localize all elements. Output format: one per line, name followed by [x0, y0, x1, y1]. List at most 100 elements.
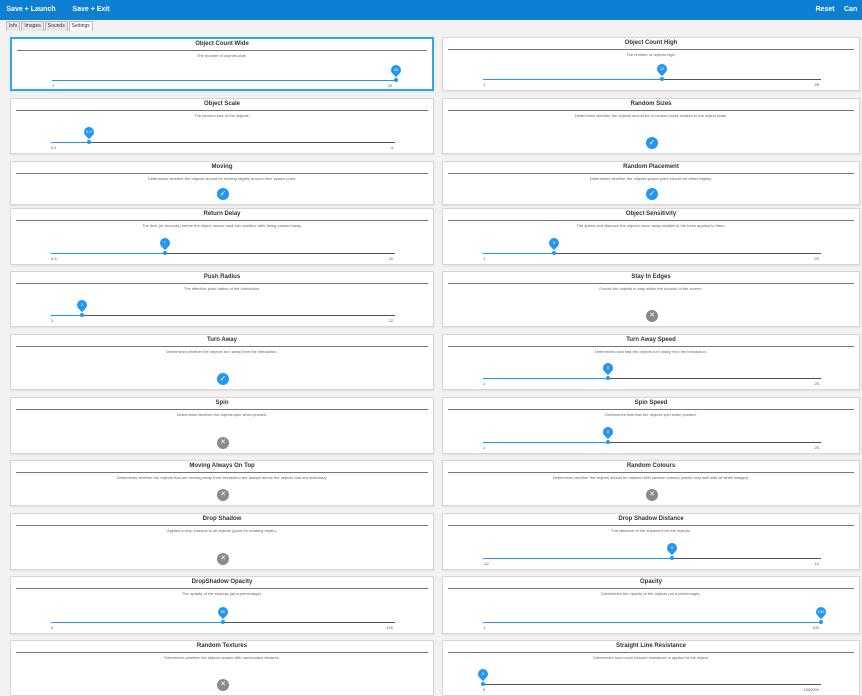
- slider-track[interactable]: [483, 440, 821, 444]
- slider-fill: [483, 79, 663, 80]
- save-launch-button[interactable]: Save + Launch: [6, 0, 56, 20]
- setting-card-spin-speed: Spin Speed Determines how fast the object…: [442, 397, 860, 454]
- slider-track[interactable]: [483, 251, 821, 255]
- setting-title: Random Sizes: [630, 101, 672, 107]
- cancel-button[interactable]: Can: [844, 0, 862, 20]
- setting-title: Push Radius: [203, 274, 241, 280]
- setting-card-dropshadow-opacity: DropShadow Opacity The opacity of the sha…: [10, 576, 434, 634]
- slider-thumb[interactable]: [660, 77, 665, 81]
- setting-description: Determines whether the objects should be…: [552, 475, 750, 480]
- cross-icon[interactable]: ✕: [217, 679, 229, 691]
- slider-min-label: -12: [483, 561, 489, 566]
- title-divider: [448, 220, 854, 221]
- slider-fill: [483, 378, 609, 379]
- setting-title: Spin Speed: [634, 400, 668, 406]
- slider-value: 2: [80, 302, 84, 307]
- toolbar: Save + Launch Save + Exit Reset Can: [0, 0, 862, 20]
- slider-track[interactable]: [51, 251, 395, 255]
- title-divider: [448, 110, 854, 111]
- setting-card-return-delay: Return Delay The time (in seconds) before…: [10, 208, 434, 265]
- slider-max-label: 100: [812, 625, 819, 630]
- title-divider: [448, 588, 854, 589]
- setting-title: Object Sensitivity: [625, 211, 677, 217]
- slider-track[interactable]: [483, 620, 823, 624]
- slider-track[interactable]: [52, 78, 398, 82]
- cross-icon[interactable]: ✕: [646, 310, 658, 322]
- reset-button[interactable]: Reset: [810, 0, 840, 20]
- slider-track[interactable]: [483, 556, 821, 560]
- setting-title: Spin: [215, 400, 229, 406]
- slider-fill: [51, 315, 82, 316]
- slider-max-label: 4: [390, 145, 393, 150]
- slider-track[interactable]: [481, 682, 821, 686]
- slider-track[interactable]: [51, 620, 395, 624]
- slider-thumb[interactable]: [394, 78, 398, 82]
- slider-thumb[interactable]: [86, 140, 91, 144]
- slider-thumb[interactable]: [162, 251, 167, 255]
- slider-track[interactable]: [483, 77, 821, 81]
- slider-max-label: 20: [814, 381, 819, 386]
- slider-fill: [483, 442, 609, 443]
- slider-fill: [51, 622, 223, 623]
- title-divider: [16, 588, 428, 589]
- cross-icon[interactable]: ✕: [646, 489, 658, 501]
- setting-description: The effective push radius of the interac…: [183, 286, 261, 291]
- slider-thumb[interactable]: [606, 376, 611, 380]
- slider-track[interactable]: [51, 140, 395, 144]
- slider-fill: [483, 622, 821, 623]
- setting-description: Determines the opacity of the objects (a…: [601, 591, 701, 596]
- save-exit-button[interactable]: Save + Exit: [68, 0, 114, 20]
- slider-value: 100: [817, 609, 825, 614]
- slider-min-label: 0: [483, 687, 486, 692]
- title-divider: [16, 110, 428, 111]
- setting-card-object-count-wide: Object Count Wide The number of objects w…: [10, 37, 434, 91]
- checkmark-icon[interactable]: ✓: [646, 137, 658, 149]
- tab-info[interactable]: Info: [6, 21, 21, 31]
- setting-title: Random Textures: [196, 643, 248, 649]
- slider-max-label: 22: [388, 318, 393, 323]
- cross-icon[interactable]: ✕: [217, 437, 229, 449]
- setting-description: The time (in seconds) before the object …: [142, 223, 302, 228]
- setting-title: Straight Line Resistance: [615, 643, 687, 649]
- slider-thumb[interactable]: [221, 620, 225, 624]
- setting-title: Object Scale: [203, 101, 241, 107]
- slider-value: 7: [163, 240, 166, 245]
- tab-settings[interactable]: Settings: [68, 21, 93, 31]
- slider-thumb[interactable]: [670, 556, 675, 560]
- tab-images[interactable]: Images: [21, 21, 44, 31]
- setting-description: Determines whether the objects spin when…: [176, 412, 268, 417]
- slider-fill: [52, 80, 396, 81]
- slider-track[interactable]: [483, 376, 821, 380]
- slider-value: 0: [671, 545, 674, 550]
- slider-track[interactable]: [51, 313, 395, 317]
- setting-card-drop-shadow-distance: Drop Shadow Distance The distance of the …: [442, 513, 860, 570]
- checkmark-icon[interactable]: ✓: [646, 188, 658, 200]
- slider-thumb[interactable]: [551, 251, 556, 255]
- setting-title: Random Placement: [623, 164, 679, 170]
- slider-thumb[interactable]: [819, 620, 823, 624]
- slider-max-label: 12: [814, 561, 819, 566]
- title-divider: [448, 49, 854, 50]
- slider-thumb[interactable]: [606, 440, 611, 444]
- setting-card-drop-shadow: Drop Shadow Applies a drop shadow to all …: [10, 513, 434, 570]
- slider-thumb[interactable]: [481, 682, 485, 686]
- checkmark-icon[interactable]: ✓: [217, 373, 229, 385]
- setting-title: Return Delay: [203, 211, 241, 217]
- cross-icon[interactable]: ✕: [217, 553, 229, 565]
- title-divider: [16, 472, 428, 473]
- setting-card-object-scale: Object Scale The percent size of the obje…: [10, 98, 434, 154]
- setting-description: The distance of the shadow from the obje…: [611, 528, 691, 533]
- slider-value: 8: [606, 429, 610, 434]
- setting-card-push-radius: Push Radius The effective push radius of …: [10, 271, 434, 327]
- setting-card-random-textures: Random Textures Determines whether the ob…: [10, 640, 434, 696]
- setting-description: The number of objects wide.: [196, 53, 248, 58]
- title-divider: [448, 409, 854, 410]
- slider-value: 25: [393, 67, 399, 72]
- tab-sounds[interactable]: Sounds: [44, 21, 68, 31]
- cross-icon[interactable]: ✕: [217, 489, 229, 501]
- title-divider: [16, 525, 428, 526]
- slider-max-label: 20: [814, 256, 819, 261]
- slider-thumb[interactable]: [79, 313, 84, 317]
- checkmark-icon[interactable]: ✓: [217, 188, 229, 200]
- setting-title: Turn Away: [207, 337, 237, 343]
